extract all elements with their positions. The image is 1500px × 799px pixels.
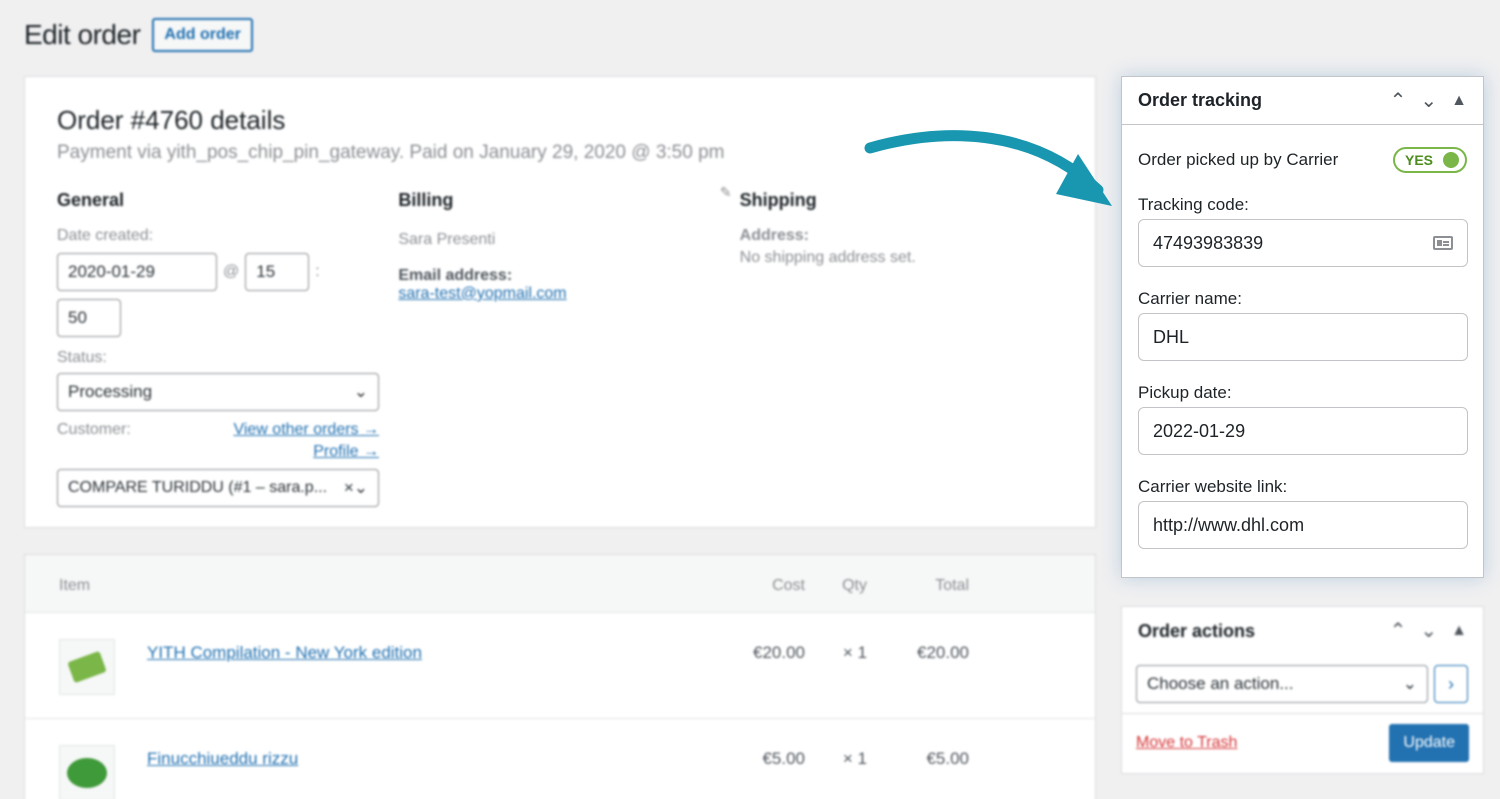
collapse-triangle-icon[interactable]: ▲: [1451, 622, 1467, 640]
item-column-header: Item: [59, 577, 91, 594]
email-label: Email address:: [398, 267, 513, 284]
customer-label: Customer:: [57, 421, 131, 438]
view-other-orders-link[interactable]: View other orders →: [233, 421, 379, 439]
order-tracking-header: Order tracking ⌃ ⌄ ▲: [1122, 77, 1483, 125]
chevron-down-icon: ⌄: [353, 382, 368, 401]
gift-card-icon: [67, 650, 107, 684]
billing-heading: Billing: [398, 190, 454, 210]
collapse-triangle-icon[interactable]: ▲: [1451, 92, 1467, 110]
page-title: Edit order: [24, 19, 141, 50]
pickup-date-value: 2022-01-29: [1153, 420, 1246, 441]
tracking-code-value: 47493983839: [1153, 232, 1264, 253]
move-up-chevron-icon[interactable]: ⌃: [1390, 621, 1407, 641]
billing-name: Sara Presenti: [398, 231, 496, 248]
hour-input[interactable]: 15: [245, 253, 310, 291]
order-action-select[interactable]: Choose an action... ⌄: [1136, 665, 1428, 703]
product-link[interactable]: YITH Compilation - New York edition: [147, 643, 422, 663]
total-column-header: Total: [935, 577, 969, 594]
item-qty: × 1: [842, 749, 867, 768]
picked-up-label: Order picked up by Carrier: [1138, 150, 1339, 169]
picked-up-toggle[interactable]: YES: [1392, 147, 1467, 173]
item-cost: €20.00: [753, 643, 805, 662]
product-thumbnail: [59, 745, 115, 799]
carrier-name-label: Carrier name:: [1138, 289, 1242, 308]
vegetable-image-icon: [67, 758, 107, 788]
customer-value: COMPARE TURIDDU (#1 – sara.p...: [68, 479, 328, 496]
table-row: Finucchiueddu rizzu €5.00 × 1 €5.00: [25, 719, 1095, 799]
at-sign: @: [223, 263, 240, 280]
billing-section: Billing ✎ Sara Presenti Email address: s…: [398, 184, 739, 507]
shipping-address-value: No shipping address set.: [739, 249, 916, 266]
move-down-chevron-icon[interactable]: ⌄: [1420, 91, 1437, 111]
carrier-name-input[interactable]: DHL: [1138, 313, 1468, 361]
carrier-link-value: http://www.dhl.com: [1153, 514, 1305, 535]
order-tracking-panel: Order tracking ⌃ ⌄ ▲ Order picked up by …: [1121, 76, 1484, 578]
annotation-arrow-icon: [864, 130, 1112, 206]
tracking-code-input[interactable]: 47493983839: [1138, 219, 1468, 267]
status-label: Status:: [57, 349, 107, 366]
minute-input[interactable]: 50: [57, 299, 121, 337]
general-heading: General: [57, 190, 125, 210]
billing-email-link[interactable]: sara-test@yopmail.com: [398, 285, 566, 302]
item-total: €20.00: [917, 643, 969, 662]
chevron-right-icon: ›: [1448, 673, 1454, 694]
status-value: Processing: [68, 382, 153, 401]
item-qty: × 1: [842, 643, 867, 662]
customer-select[interactable]: COMPARE TURIDDU (#1 – sara.p... ×⌄: [57, 469, 379, 507]
item-total: €5.00: [926, 749, 969, 768]
edit-billing-pencil-icon[interactable]: ✎: [720, 184, 732, 201]
status-select[interactable]: Processing ⌄: [57, 373, 379, 411]
qty-column-header: Qty: [842, 577, 867, 594]
add-order-button[interactable]: Add order: [152, 18, 253, 52]
table-row: YITH Compilation - New York edition €20.…: [25, 613, 1095, 719]
update-button[interactable]: Update: [1389, 724, 1469, 762]
move-down-chevron-icon[interactable]: ⌄: [1420, 621, 1437, 641]
page-header: Edit order Add order: [24, 18, 253, 52]
shipping-section: Shipping ✎ Address: No shipping address …: [739, 184, 1089, 507]
order-action-placeholder: Choose an action...: [1147, 674, 1294, 693]
move-up-chevron-icon[interactable]: ⌃: [1390, 91, 1407, 111]
time-colon: :: [315, 263, 320, 280]
order-actions-header: Order actions ⌃ ⌄ ▲: [1122, 607, 1483, 655]
toggle-label: YES: [1404, 152, 1433, 168]
chevron-down-icon: ⌄: [1402, 674, 1417, 693]
date-created-input[interactable]: 2020-01-29: [57, 253, 217, 291]
tracking-code-label: Tracking code:: [1138, 195, 1249, 214]
items-table-header: Item Cost Qty Total: [25, 555, 1095, 613]
toggle-knob: [1443, 152, 1459, 168]
cost-column-header: Cost: [772, 577, 805, 594]
date-created-label: Date created:: [57, 227, 154, 244]
pickup-date-label: Pickup date:: [1138, 383, 1232, 402]
order-actions-panel: Order actions ⌃ ⌄ ▲ Choose an action... …: [1121, 606, 1484, 774]
carrier-link-input[interactable]: http://www.dhl.com: [1138, 501, 1468, 549]
order-actions-title: Order actions: [1138, 620, 1256, 641]
profile-link[interactable]: Profile →: [313, 443, 379, 460]
carrier-name-value: DHL: [1153, 326, 1190, 347]
carrier-link-label: Carrier website link:: [1138, 477, 1288, 496]
order-tracking-title: Order tracking: [1138, 90, 1263, 110]
move-to-trash-link[interactable]: Move to Trash: [1136, 734, 1237, 752]
product-link[interactable]: Finucchiueddu rizzu: [147, 749, 298, 769]
product-thumbnail: [59, 639, 115, 695]
chevron-down-icon: ×⌄: [343, 478, 368, 497]
contact-card-icon: [1433, 236, 1453, 250]
apply-action-button[interactable]: ›: [1434, 665, 1468, 703]
general-section: General Date created: 2020-01-29 @ 15 : …: [57, 190, 398, 507]
item-cost: €5.00: [762, 749, 805, 768]
order-items-panel: Item Cost Qty Total YITH Compilation - N…: [24, 554, 1096, 799]
pickup-date-input[interactable]: 2022-01-29: [1138, 407, 1468, 455]
